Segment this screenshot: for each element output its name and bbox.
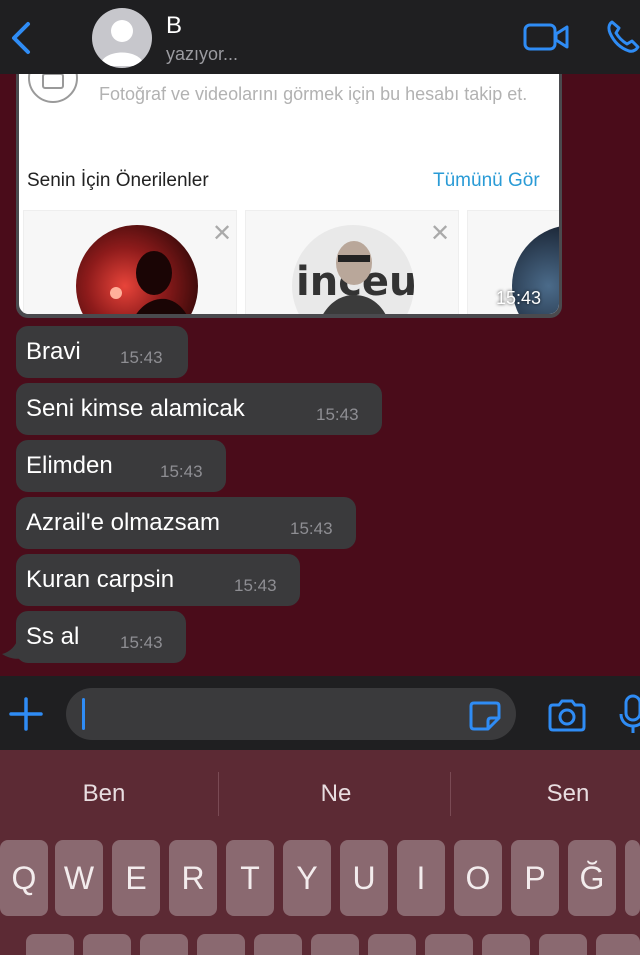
plus-icon[interactable] [8, 696, 44, 732]
key-row2[interactable] [368, 934, 416, 955]
message-time: 15:43 [120, 348, 163, 367]
key-y[interactable]: Y [283, 840, 331, 916]
message-text: Kuran carpsin [26, 566, 175, 593]
private-account-message: Fotoğraf ve videolarını görmek için bu h… [99, 84, 528, 104]
key-t[interactable]: T [226, 840, 274, 916]
phone-icon[interactable] [604, 16, 640, 56]
shared-profile-preview: Fotoğraf ve videolarını görmek için bu h… [19, 74, 559, 314]
keyboard: Ben Ne Sen Q W E R T Y U I O P Ğ [0, 750, 640, 955]
typing-status: yazıyor... [166, 44, 239, 64]
keyboard-suggestion[interactable]: Ben [44, 780, 164, 808]
key-row2[interactable] [83, 934, 131, 955]
key-q[interactable]: Q [0, 840, 48, 916]
video-camera-icon[interactable] [522, 20, 570, 54]
key-row2[interactable] [140, 934, 188, 955]
key-r[interactable]: R [169, 840, 217, 916]
portrait-image: inceu [296, 241, 414, 314]
shared-profile-card[interactable]: Fotoğraf ve videolarını görmek için bu h… [16, 74, 562, 318]
message-text: Ss al [26, 623, 80, 650]
close-icon[interactable]: ✕ [430, 219, 450, 248]
message-time: 15:43 [234, 576, 277, 595]
key-row2[interactable] [254, 934, 302, 955]
message-time: 15:43 [160, 462, 203, 481]
keyboard-suggestion[interactable]: Ne [276, 780, 396, 808]
message-bubble[interactable]: Elimden 15:43 [16, 440, 226, 492]
message-text: Elimden [26, 452, 113, 479]
message-bubble[interactable]: Ss al 15:43 [16, 611, 186, 663]
key-partial[interactable] [625, 840, 640, 916]
message-bubble[interactable]: Kuran carpsin 15:43 [16, 554, 300, 606]
key-row2[interactable] [482, 934, 530, 955]
contact-avatar[interactable] [92, 8, 152, 68]
key-i[interactable]: I [397, 840, 445, 916]
suggestions-title: Senin İçin Önerilenler [27, 170, 209, 191]
lock-icon [28, 74, 78, 103]
key-row2[interactable] [596, 934, 640, 955]
message-time: 15:43 [120, 633, 163, 652]
key-row2[interactable] [197, 934, 245, 955]
message-input[interactable] [66, 688, 516, 740]
message-text: Azrail'e olmazsam [26, 509, 220, 536]
key-row2[interactable] [311, 934, 359, 955]
key-row2[interactable] [26, 934, 74, 955]
message-time: 15:43 [316, 405, 359, 424]
suggested-account-card[interactable]: ✕ inceu [245, 210, 459, 314]
chat-header: B yazıyor... [0, 0, 640, 74]
message-text: Seni kimse alamicak [26, 395, 245, 422]
keyboard-suggestion[interactable]: Sen [508, 780, 628, 808]
message-time: 15:43 [496, 288, 542, 308]
key-o[interactable]: O [454, 840, 502, 916]
contact-name[interactable]: B [166, 12, 182, 40]
suggested-account-card[interactable]: ✕ [23, 210, 237, 314]
key-g-breve[interactable]: Ğ [568, 840, 616, 916]
person-icon [100, 20, 144, 66]
suggested-account-avatar [76, 225, 198, 314]
message-bubble[interactable]: Seni kimse alamicak 15:43 [16, 383, 382, 435]
key-row2[interactable] [539, 934, 587, 955]
key-u[interactable]: U [340, 840, 388, 916]
message-bubble[interactable]: Bravi 15:43 [16, 326, 188, 378]
message-input-bar [0, 676, 640, 750]
microphone-icon[interactable] [618, 694, 640, 734]
message-text: Bravi [26, 338, 81, 365]
key-w[interactable]: W [55, 840, 103, 916]
chevron-left-icon[interactable] [6, 18, 36, 58]
sticker-icon[interactable] [468, 700, 502, 732]
silhouette-image [110, 251, 187, 314]
message-bubble[interactable]: Azrail'e olmazsam 15:43 [16, 497, 356, 549]
suggested-account-avatar: inceu [292, 225, 414, 314]
message-time: 15:43 [290, 519, 333, 538]
close-icon[interactable]: ✕ [212, 219, 232, 248]
suggestion-divider [450, 772, 451, 816]
text-cursor [82, 698, 85, 730]
see-all-link[interactable]: Tümünü Gör [433, 170, 540, 192]
key-p[interactable]: P [511, 840, 559, 916]
camera-icon[interactable] [546, 698, 588, 732]
suggestion-divider [218, 772, 219, 816]
key-row2[interactable] [425, 934, 473, 955]
key-e[interactable]: E [112, 840, 160, 916]
